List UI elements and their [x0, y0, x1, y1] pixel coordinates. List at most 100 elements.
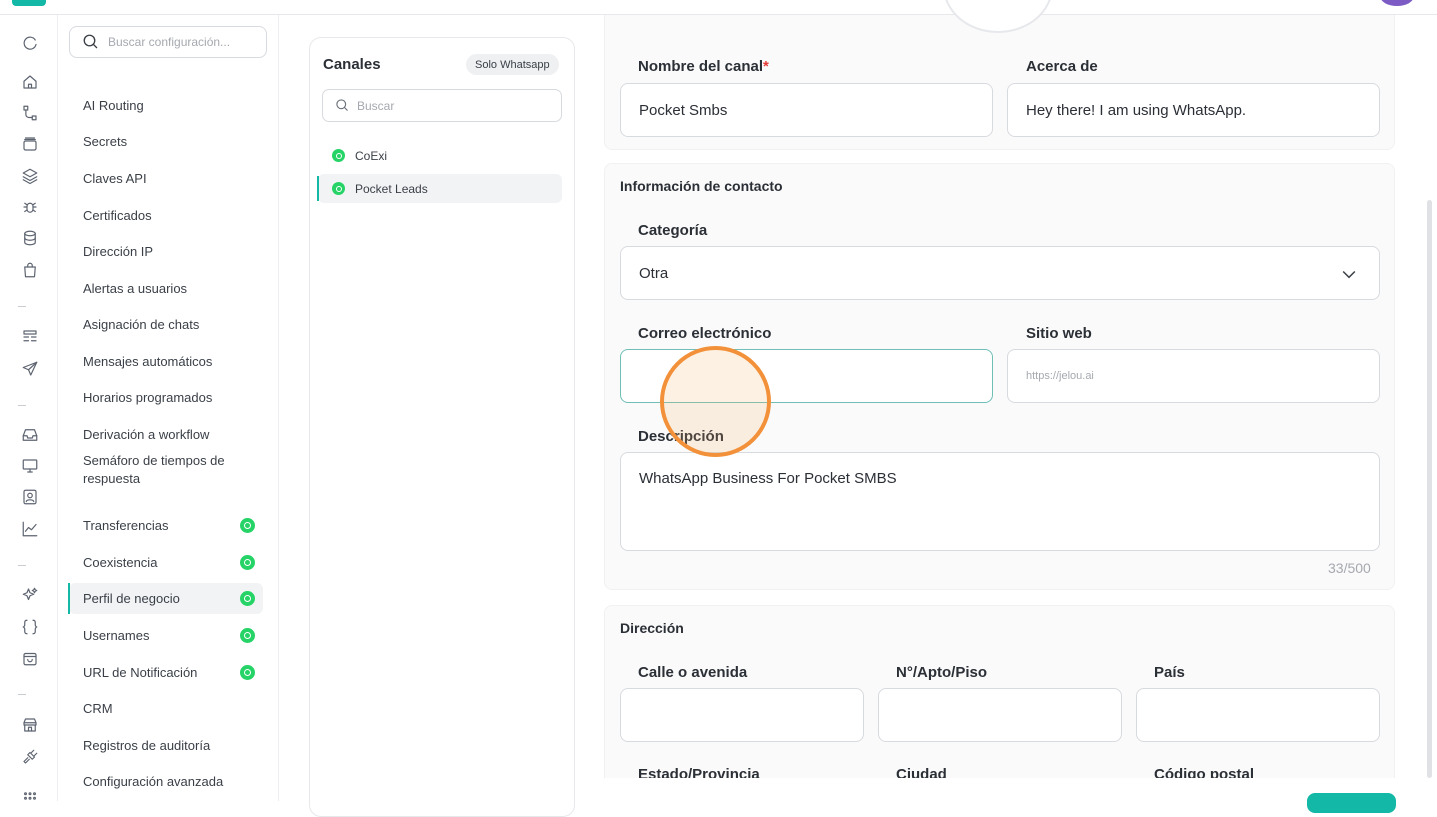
shopping-basket-icon[interactable]	[17, 645, 43, 671]
settings-nav-item[interactable]: AI Routing	[69, 90, 263, 121]
code-braces-icon[interactable]	[17, 614, 43, 640]
settings-nav-item-label: Dirección IP	[83, 243, 154, 259]
database-icon[interactable]	[17, 225, 43, 251]
sparkles-icon[interactable]	[17, 582, 43, 608]
settings-nav-item[interactable]: Claves API	[69, 163, 263, 194]
channel-name-input[interactable]: Pocket Smbs	[620, 83, 993, 137]
bug-icon[interactable]	[17, 194, 43, 220]
settings-nav-item[interactable]: Dirección IP	[69, 236, 263, 267]
whatsapp-icon	[240, 665, 255, 680]
plug-icon[interactable]	[17, 744, 43, 770]
about-input[interactable]: Hey there! I am using WhatsApp.	[1007, 83, 1380, 137]
store-icon[interactable]	[17, 712, 43, 738]
settings-nav-item-label: Certificados	[83, 207, 152, 223]
send-icon[interactable]	[17, 356, 43, 382]
save-button[interactable]	[1307, 793, 1396, 813]
category-label: Categoría	[638, 222, 708, 239]
settings-nav-item-label: AI Routing	[83, 97, 144, 113]
settings-nav-item[interactable]: CRM	[69, 693, 263, 724]
rail-divider	[18, 694, 26, 695]
apps-grid-icon[interactable]	[17, 783, 43, 809]
list-layout-icon[interactable]	[17, 324, 43, 350]
street-input[interactable]	[620, 688, 864, 742]
rail-divider	[18, 405, 26, 406]
email-label: Correo electrónico	[638, 325, 772, 342]
settings-nav-item-label: Mensajes automáticos	[83, 353, 213, 369]
settings-search-input[interactable]	[108, 35, 258, 49]
chevron-down-icon	[1339, 264, 1359, 284]
street-label: Calle o avenida	[638, 664, 748, 681]
settings-sidebar: AI Routing Secrets Claves API Certificados D…	[58, 15, 279, 801]
settings-nav-item-label: Secrets	[83, 133, 128, 149]
address-section-title: Dirección	[620, 620, 684, 636]
website-input[interactable]: https://jelou.ai	[1007, 349, 1380, 403]
monitor-icon[interactable]	[17, 453, 43, 479]
channel-name-label: Nombre del canal*	[638, 58, 769, 75]
settings-nav-item-label: Asignación de chats	[83, 316, 200, 332]
settings-search[interactable]	[69, 26, 267, 58]
whatsapp-icon	[240, 591, 255, 606]
brand-logo[interactable]	[12, 0, 46, 6]
settings-nav-item[interactable]: Usernames	[69, 620, 263, 651]
website-label: Sitio web	[1026, 325, 1092, 342]
description-counter: 33/500	[1328, 560, 1371, 576]
layers-icon[interactable]	[17, 163, 43, 189]
settings-nav-item[interactable]: Semáforo de tiempos de respuesta	[69, 448, 263, 492]
address-card: Dirección Calle o avenida N°/Apto/Piso P…	[604, 605, 1395, 778]
about-label: Acerca de	[1026, 58, 1098, 75]
rail-divider	[18, 306, 26, 307]
settings-nav-item[interactable]: Perfil de negocio	[68, 583, 263, 614]
settings-nav-item-label: Coexistencia	[83, 554, 158, 570]
settings-nav-item[interactable]: URL de Notificación	[69, 657, 263, 688]
settings-nav-item[interactable]: Derivación a workflow	[69, 419, 263, 450]
postal-code-label: Código postal	[1154, 766, 1254, 778]
settings-nav-item[interactable]: Asignación de chats	[69, 309, 263, 340]
settings-nav-item[interactable]: Alertas a usuarios	[69, 273, 263, 304]
inbox-icon[interactable]	[17, 422, 43, 448]
settings-nav-item[interactable]: Registros de auditoría	[69, 730, 263, 761]
category-select[interactable]: Otra	[620, 246, 1380, 300]
settings-nav-item-label: Derivación a workflow	[83, 426, 210, 442]
settings-nav-item-label: Usernames	[83, 627, 150, 643]
whatsapp-icon	[240, 518, 255, 533]
category-value: Otra	[639, 264, 669, 282]
email-input[interactable]	[620, 349, 993, 403]
description-textarea[interactable]: WhatsApp Business For Pocket SMBS	[620, 452, 1380, 551]
state-label: Estado/Provincia	[638, 766, 760, 778]
analytics-icon[interactable]	[17, 516, 43, 542]
whatsapp-icon	[332, 149, 345, 162]
country-input[interactable]	[1136, 688, 1380, 742]
settings-nav-item-label: URL de Notificación	[83, 664, 198, 680]
settings-nav-item-label: Alertas a usuarios	[83, 280, 188, 296]
contact-card: Información de contacto Categoría Otra C…	[604, 163, 1395, 590]
whatsapp-icon	[332, 182, 345, 195]
settings-nav-item-label: Transferencias	[83, 517, 169, 533]
workflow-icon[interactable]	[17, 100, 43, 126]
archive-icon[interactable]	[17, 131, 43, 157]
settings-nav-item[interactable]: Configuración avanzada	[69, 766, 263, 797]
contact-card-icon[interactable]	[17, 484, 43, 510]
description-label: Descripción	[638, 428, 724, 445]
settings-nav-item-label: Registros de auditoría	[83, 737, 211, 753]
home-icon[interactable]	[17, 69, 43, 95]
refresh-icon[interactable]	[17, 30, 43, 56]
channel-item[interactable]: CoExi	[318, 141, 562, 170]
settings-nav-item-label: CRM	[83, 700, 113, 716]
whatsapp-only-badge[interactable]: Solo Whatsapp	[466, 54, 559, 75]
search-icon	[83, 34, 98, 49]
settings-nav-item[interactable]: Transferencias	[69, 510, 263, 541]
settings-nav-item[interactable]: Mensajes automáticos	[69, 346, 263, 377]
channel-item-active[interactable]: Pocket Leads	[317, 174, 562, 203]
icon-rail	[0, 15, 58, 801]
main-scrollbar[interactable]	[1427, 200, 1432, 778]
channels-search[interactable]	[322, 89, 562, 122]
settings-nav-item[interactable]: Certificados	[69, 200, 263, 231]
channels-search-input[interactable]	[357, 98, 547, 113]
settings-nav-item[interactable]: Coexistencia	[69, 547, 263, 578]
apt-input[interactable]	[878, 688, 1122, 742]
shopping-bag-icon[interactable]	[17, 257, 43, 283]
settings-nav-item[interactable]: Horarios programados	[69, 382, 263, 413]
user-avatar[interactable]	[1380, 0, 1414, 6]
settings-nav-item[interactable]: Secrets	[69, 126, 263, 157]
top-bar	[0, 0, 1437, 15]
